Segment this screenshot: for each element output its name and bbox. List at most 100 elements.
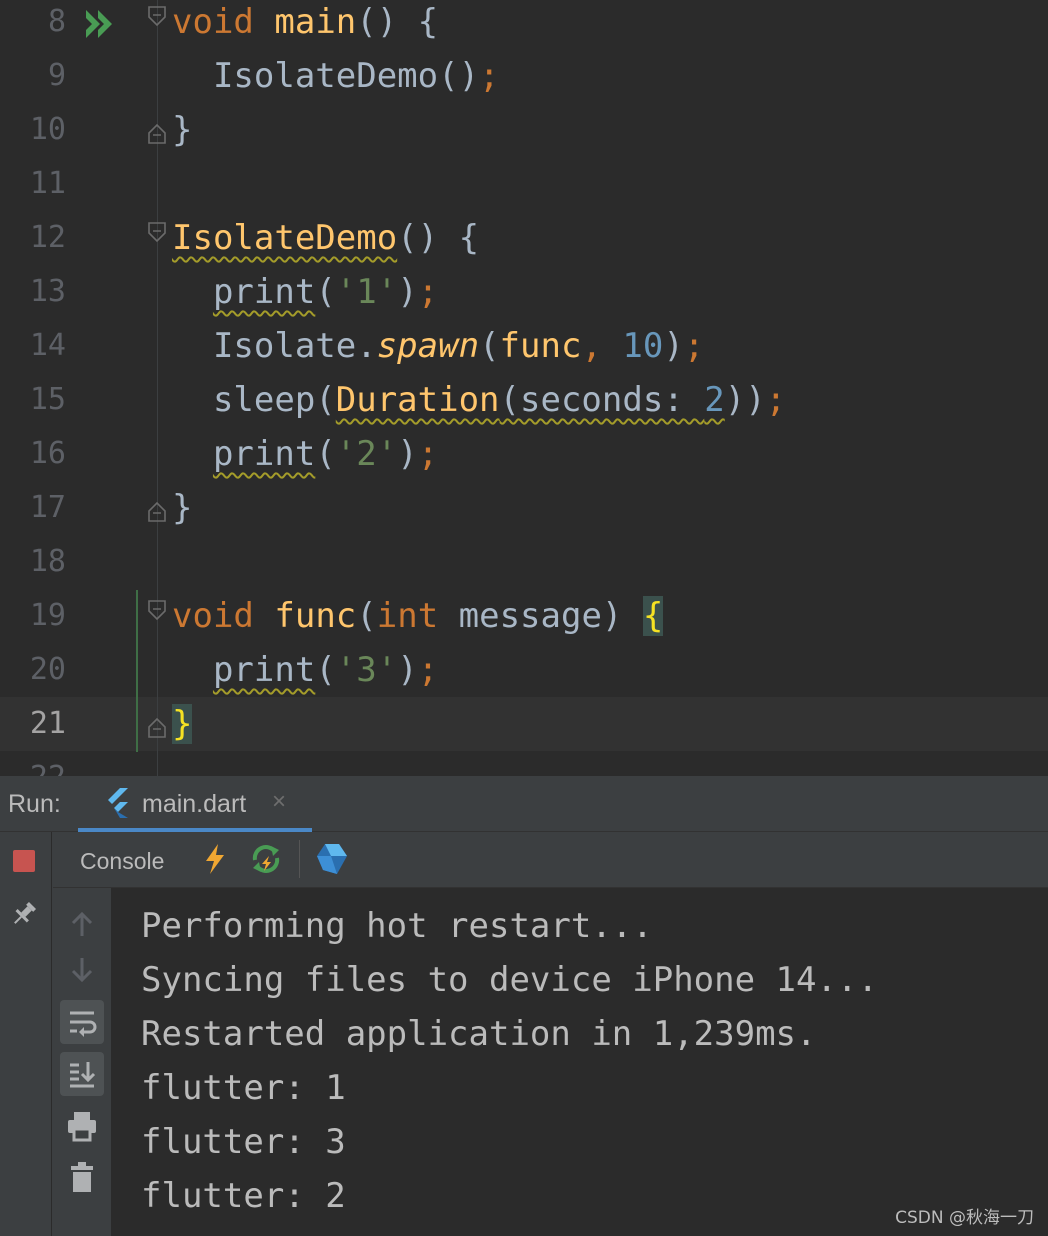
code-token: ) (397, 650, 418, 690)
code-token: message) (438, 596, 643, 636)
code-text: } (172, 697, 193, 751)
scroll-to-end-icon[interactable] (60, 1052, 104, 1096)
fold-collapse-icon[interactable] (147, 5, 167, 27)
console-line: Syncing files to device iPhone 14... (141, 960, 878, 1000)
tab-main-dart[interactable]: main.dart × (78, 776, 312, 832)
fold-end-icon[interactable] (147, 501, 167, 523)
code-token: 10 (622, 326, 664, 366)
code-text: IsolateDemo(); (172, 49, 500, 103)
code-line[interactable]: 14 Isolate.spawn(func, 10); (0, 319, 1048, 373)
code-token: print (212, 650, 316, 690)
line-number: 9 (47, 58, 66, 93)
code-token: () { (397, 218, 480, 258)
close-icon[interactable]: × (272, 788, 286, 816)
code-line[interactable]: 11 (0, 157, 1048, 211)
hot-reload-icon[interactable] (198, 842, 232, 876)
run-label: Run: (8, 790, 61, 818)
watermark: CSDN @秋海一刀 (895, 1208, 1034, 1228)
code-token: } (172, 704, 193, 744)
code-line[interactable]: 19 void func(int message) { (0, 589, 1048, 643)
fold-collapse-icon[interactable] (147, 221, 167, 243)
console-line: Performing hot restart... (141, 906, 653, 946)
code-editor[interactable]: 8 void main() {9 IsolateDemo(); 10} 11 12 Iso… (0, 0, 1048, 776)
code-line[interactable]: 21} (0, 697, 1048, 751)
code-token: int (376, 596, 439, 636)
code-line[interactable]: 16 print('2'); (0, 427, 1048, 481)
code-line[interactable]: 20 print('3'); (0, 643, 1048, 697)
code-token: ( (315, 272, 336, 312)
line-number: 13 (29, 274, 66, 309)
code-token: ; (479, 56, 500, 96)
code-text: } (172, 481, 192, 535)
toolbar-separator (299, 840, 300, 878)
hot-restart-icon[interactable] (249, 842, 283, 876)
code-token: (seconds: (499, 380, 705, 420)
code-text: void main() { (172, 0, 438, 49)
console-output[interactable]: Performing hot restart... Syncing files … (111, 888, 1048, 1236)
line-number: 19 (29, 598, 66, 633)
code-token: ; (417, 272, 439, 312)
code-token: ; (683, 326, 705, 366)
line-number: 8 (47, 4, 66, 39)
console-line: flutter: 2 (141, 1176, 346, 1216)
line-number: 12 (29, 220, 66, 255)
printer-icon[interactable] (60, 1104, 104, 1148)
code-line[interactable]: 18 (0, 535, 1048, 589)
code-token: sleep( (172, 380, 336, 420)
line-number: 11 (29, 166, 66, 201)
code-token: , (581, 326, 623, 366)
console-line: flutter: 1 (141, 1068, 346, 1108)
code-token: )) (724, 380, 766, 420)
code-line[interactable]: 9 IsolateDemo(); (0, 49, 1048, 103)
fold-end-icon[interactable] (147, 717, 167, 739)
code-token: ) (397, 272, 418, 312)
line-number: 17 (29, 490, 66, 525)
code-line[interactable]: 12 IsolateDemo() { (0, 211, 1048, 265)
code-token: void (172, 596, 254, 636)
code-line[interactable]: 17} (0, 481, 1048, 535)
code-line[interactable]: 15 sleep(Duration(seconds: 2)); (0, 373, 1048, 427)
code-token: Duration (335, 380, 500, 420)
code-token: void (172, 2, 254, 42)
code-token: '1' (335, 272, 398, 312)
code-line[interactable]: 22 (0, 751, 1048, 776)
line-number: 21 (29, 706, 66, 741)
run-left-toolbar (0, 832, 52, 1236)
stop-icon[interactable] (13, 850, 35, 872)
code-text: Isolate.spawn(func, 10); (172, 319, 704, 373)
arrow-up-icon[interactable] (60, 902, 104, 946)
arrow-down-icon[interactable] (60, 948, 104, 992)
fold-collapse-icon[interactable] (147, 599, 167, 621)
run-gutter-icon[interactable] (84, 8, 118, 40)
code-token: 2 (704, 380, 725, 420)
line-number: 16 (29, 436, 66, 471)
dart-devtools-icon[interactable] (315, 842, 349, 876)
line-number: 20 (29, 652, 66, 687)
console-tab[interactable]: Console (80, 848, 164, 875)
line-number: 10 (29, 112, 66, 147)
code-token: print (212, 272, 316, 312)
console-line: Restarted application in 1,239ms. (141, 1014, 817, 1054)
code-text: } (172, 103, 192, 157)
trash-icon[interactable] (60, 1156, 104, 1200)
code-line[interactable]: 13 print('1'); (0, 265, 1048, 319)
console-side-toolbar (53, 888, 111, 1236)
code-text: print('1'); (172, 265, 438, 319)
code-token: () { (356, 2, 439, 42)
code-token: ) (663, 326, 684, 366)
code-token: print (212, 434, 316, 474)
soft-wrap-icon[interactable] (60, 1000, 104, 1044)
code-token: ; (417, 434, 439, 474)
run-tab-bar: Run: main.dart × (0, 776, 1048, 832)
pin-icon[interactable] (8, 898, 40, 930)
code-line[interactable]: 10} (0, 103, 1048, 157)
code-token: ( (315, 650, 336, 690)
console-line: flutter: 3 (141, 1122, 346, 1162)
line-number: 22 (0, 751, 66, 776)
code-line[interactable]: 8 void main() { (0, 0, 1048, 49)
code-token: ( (479, 326, 500, 366)
fold-end-icon[interactable] (147, 123, 167, 145)
